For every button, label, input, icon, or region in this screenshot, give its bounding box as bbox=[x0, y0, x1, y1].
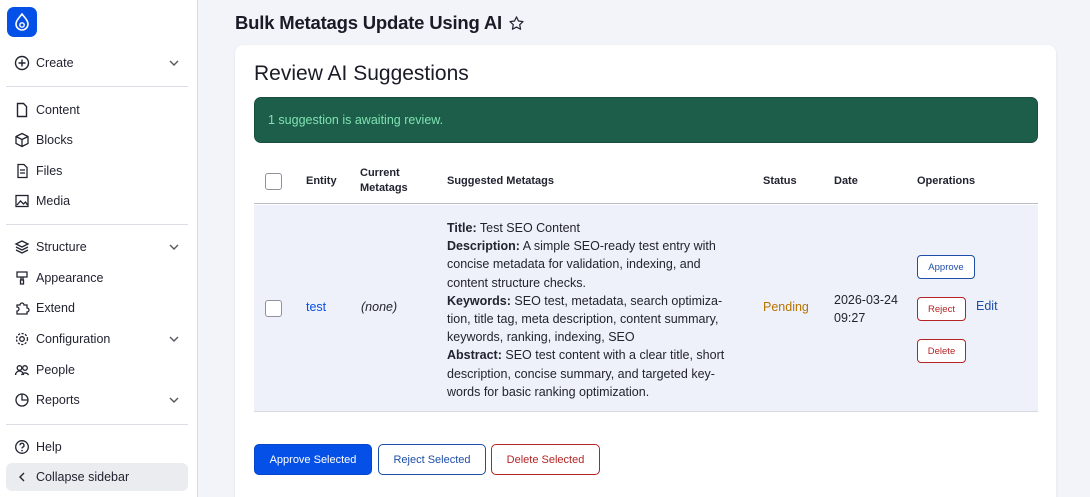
sidebar-item-label: Media bbox=[36, 194, 71, 208]
plus-circle-icon bbox=[13, 55, 30, 72]
sidebar-item-label: Extend bbox=[36, 301, 75, 315]
sidebar-item-label: Help bbox=[36, 440, 62, 454]
sidebar-item-help[interactable]: Help bbox=[6, 433, 188, 461]
sidebar-item-appearance[interactable]: Appearance bbox=[6, 264, 188, 292]
sidebar-divider bbox=[6, 424, 188, 425]
drupal-drop-icon bbox=[15, 13, 29, 31]
column-header-entity[interactable]: Entity bbox=[306, 158, 337, 204]
chevron-down-icon bbox=[169, 336, 179, 342]
sidebar-item-label: People bbox=[36, 363, 75, 377]
chevron-down-icon bbox=[169, 60, 179, 66]
table-header: Entity Current Metatags Suggested Metata… bbox=[254, 158, 1038, 204]
puzzle-icon bbox=[13, 300, 30, 317]
reject-button[interactable]: Reject bbox=[917, 297, 966, 321]
approve-button[interactable]: Approve bbox=[917, 255, 975, 279]
column-header-operations: Operations bbox=[917, 174, 976, 187]
meta-abstract: Abstract: SEO test content with a clear … bbox=[447, 348, 725, 399]
cube-icon bbox=[13, 132, 30, 149]
entity-cell: test bbox=[306, 300, 326, 314]
sidebar-item-structure[interactable]: Structure bbox=[6, 233, 188, 261]
entity-link[interactable]: test bbox=[306, 300, 326, 314]
sidebar-item-people[interactable]: People bbox=[6, 356, 188, 384]
sidebar-item-configuration[interactable]: Configuration bbox=[6, 325, 188, 353]
drupal-logo[interactable] bbox=[7, 7, 37, 37]
sidebar-item-label: Create bbox=[36, 56, 74, 70]
chart-icon bbox=[13, 392, 30, 409]
chevron-left-icon bbox=[13, 469, 30, 486]
review-card: Review AI Suggestions 1 suggestion is aw… bbox=[235, 45, 1056, 497]
row-select-cell bbox=[265, 300, 282, 317]
status-message-text: 1 suggestion is awaiting review. bbox=[268, 113, 444, 127]
sidebar-item-label: Content bbox=[36, 103, 80, 117]
meta-description: Description: A simple SEO-ready test ent… bbox=[447, 239, 716, 290]
sidebar-item-label: Collapse sidebar bbox=[36, 470, 130, 484]
row-select-checkbox[interactable] bbox=[265, 300, 282, 317]
sidebar-item-create[interactable]: Create bbox=[6, 49, 188, 77]
sidebar-item-label: Appearance bbox=[36, 271, 104, 285]
document-icon bbox=[13, 102, 30, 119]
page-title: Bulk Metatags Update Using AI bbox=[235, 12, 502, 33]
collapse-sidebar-button[interactable]: Collapse sidebar bbox=[6, 463, 188, 491]
sidebar-item-reports[interactable]: Reports bbox=[6, 386, 188, 414]
delete-button[interactable]: Delete bbox=[917, 339, 966, 363]
chevron-down-icon bbox=[169, 397, 179, 403]
column-header-date[interactable]: Date bbox=[834, 158, 858, 204]
gear-icon bbox=[13, 331, 30, 348]
column-header-status[interactable]: Status bbox=[763, 158, 797, 204]
status-badge: Pending bbox=[763, 300, 809, 314]
sidebar-divider bbox=[6, 86, 188, 87]
select-all-cell bbox=[265, 158, 282, 204]
page-header: Bulk Metatags Update Using AI bbox=[235, 12, 525, 34]
meta-keywords: Keywords: SEO test, metadata, search opt… bbox=[447, 293, 723, 345]
chevron-down-icon bbox=[169, 244, 179, 250]
column-header-current-metatags[interactable]: Current Metatags bbox=[360, 158, 408, 204]
sidebar-item-label: Blocks bbox=[36, 133, 73, 147]
sidebar-item-blocks[interactable]: Blocks bbox=[6, 126, 188, 154]
sidebar-item-content[interactable]: Content bbox=[6, 96, 188, 124]
date-value: 2026-03-24 09:27 bbox=[834, 293, 898, 325]
reject-selected-button[interactable]: Reject Selected bbox=[378, 444, 486, 475]
files-icon bbox=[13, 163, 30, 180]
star-icon[interactable] bbox=[508, 15, 525, 32]
sidebar-item-label: Configuration bbox=[36, 332, 111, 346]
layers-icon bbox=[13, 239, 30, 256]
sidebar-item-media[interactable]: Media bbox=[6, 187, 188, 215]
approve-selected-button[interactable]: Approve Selected bbox=[254, 444, 372, 475]
column-header-suggested-metatags[interactable]: Suggested Metatags bbox=[447, 158, 554, 204]
delete-selected-button[interactable]: Delete Selected bbox=[491, 444, 600, 475]
sidebar: Create Content Blocks Files Media Struct… bbox=[0, 0, 198, 497]
brush-icon bbox=[13, 270, 30, 287]
table-row: test (none) Title: Test SEO Content Desc… bbox=[254, 205, 1038, 412]
sidebar-item-label: Reports bbox=[36, 393, 80, 407]
edit-link[interactable]: Edit bbox=[976, 299, 998, 313]
card-title: Review AI Suggestions bbox=[254, 62, 469, 85]
sidebar-divider bbox=[6, 224, 188, 225]
sidebar-item-label: Files bbox=[36, 164, 63, 178]
current-metatags-value: (none) bbox=[361, 300, 398, 314]
media-icon bbox=[13, 193, 30, 210]
meta-title: Title: Test SEO Content bbox=[447, 221, 580, 235]
sidebar-item-label: Structure bbox=[36, 240, 87, 254]
help-icon bbox=[13, 439, 30, 456]
sidebar-item-files[interactable]: Files bbox=[6, 157, 188, 185]
status-message: 1 suggestion is awaiting review. bbox=[254, 97, 1038, 143]
select-all-checkbox[interactable] bbox=[265, 172, 282, 190]
suggested-metatags: Title: Test SEO Content Description: A s… bbox=[447, 219, 742, 401]
sidebar-item-extend[interactable]: Extend bbox=[6, 294, 188, 322]
people-icon bbox=[13, 362, 30, 379]
